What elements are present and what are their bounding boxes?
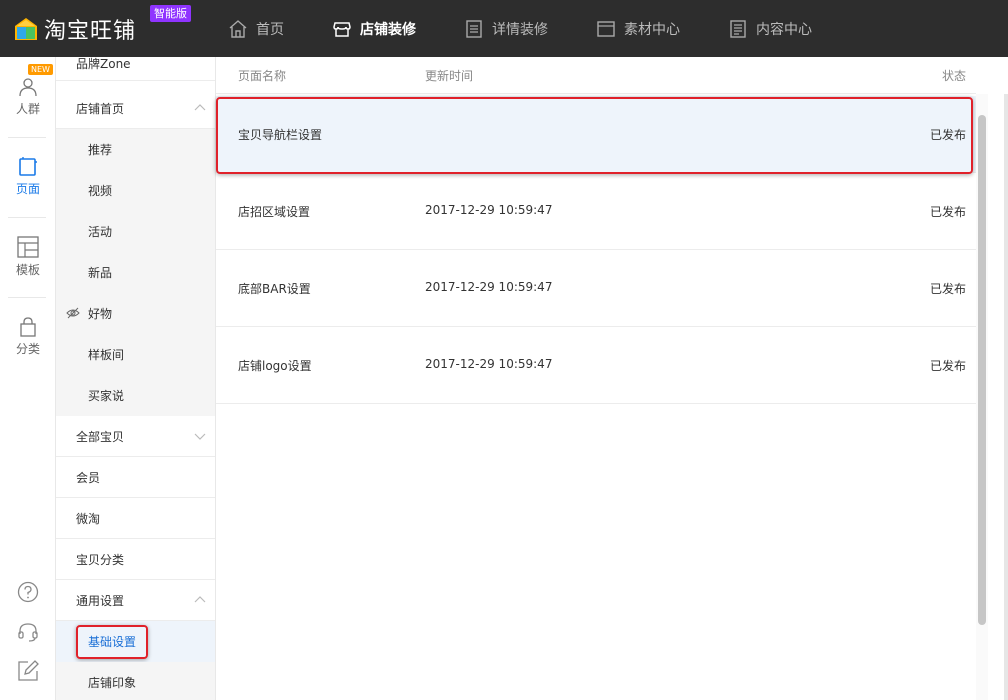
brand-logo[interactable]: 淘宝旺铺 智能版 <box>14 0 214 57</box>
chevron-down-icon <box>194 433 206 440</box>
header-update-time: 更新时间 <box>425 68 474 83</box>
edition-badge: 智能版 <box>150 5 191 22</box>
menu-item-member[interactable]: 会员 <box>56 457 215 498</box>
help-button[interactable] <box>0 581 56 603</box>
highlight-box <box>76 625 148 659</box>
top-bar: 淘宝旺铺 智能版 首页 店铺装修 详情装修 素材中心 内容中心 <box>0 0 1008 57</box>
chevron-up-icon <box>194 104 206 111</box>
folder-icon <box>597 20 615 37</box>
user-icon <box>19 78 37 97</box>
menu-item-item-category[interactable]: 宝贝分类 <box>56 539 215 580</box>
brand-name: 淘宝旺铺 <box>44 18 137 44</box>
nav-home[interactable]: 首页 <box>228 0 284 57</box>
menu-group-store-home[interactable]: 店铺首页 <box>56 88 215 129</box>
store-logo-icon <box>15 17 37 40</box>
table-row[interactable]: 底部BAR设置 2017-12-29 10:59:47 已发布 <box>216 250 976 327</box>
customer-service-button[interactable] <box>0 621 56 643</box>
home-icon <box>229 19 247 38</box>
page-list: 页面名称 更新时间 状态 宝贝导航栏设置 已发布 店招区域设置 2017-12-… <box>216 57 1008 700</box>
header-status: 状态 <box>941 68 966 83</box>
side-menu: 品牌Zone 店铺首页 推荐 视频 活动 新品 好物 样板间 买家说 全部宝贝 … <box>56 57 216 700</box>
table-row[interactable]: 宝贝导航栏设置 已发布 <box>216 96 976 173</box>
panel-edge <box>1004 94 1008 700</box>
nav-material-center[interactable]: 素材中心 <box>596 0 680 57</box>
page-icon <box>19 157 37 176</box>
menu-item-basic-settings[interactable]: 基础设置 <box>56 621 215 662</box>
scrollbar-thumb[interactable] <box>978 115 986 625</box>
menu-item-buyer-says[interactable]: 买家说 <box>56 375 215 416</box>
menu-item-store-impression[interactable]: 店铺印象 <box>56 662 215 700</box>
menu-item-weitao[interactable]: 微淘 <box>56 498 215 539</box>
list-icon <box>730 19 746 38</box>
bag-icon <box>20 317 36 337</box>
menu-item-video[interactable]: 视频 <box>56 170 215 211</box>
menu-item-good-things[interactable]: 好物 <box>56 293 215 334</box>
icon-rail: NEW 人群 页面 模板 分类 <box>0 57 56 700</box>
nav-detail-decoration[interactable]: 详情装修 <box>464 0 548 57</box>
menu-group-general-settings[interactable]: 通用设置 <box>56 580 215 621</box>
new-badge: NEW <box>28 64 53 75</box>
main-nav: 首页 店铺装修 详情装修 素材中心 内容中心 <box>228 0 860 57</box>
header-page-name: 页面名称 <box>238 68 287 83</box>
nav-content-center[interactable]: 内容中心 <box>728 0 812 57</box>
rail-item-category[interactable]: 分类 <box>0 297 56 377</box>
headset-icon <box>18 623 38 642</box>
menu-group-all-items[interactable]: 全部宝贝 <box>56 416 215 457</box>
feedback-button[interactable] <box>0 660 56 682</box>
menu-item-showroom[interactable]: 样板间 <box>56 334 215 375</box>
chevron-up-icon <box>194 596 206 603</box>
menu-item-recommend[interactable]: 推荐 <box>56 129 215 170</box>
rail-item-template[interactable]: 模板 <box>0 217 56 297</box>
edit-icon <box>18 660 39 681</box>
rail-item-audience[interactable]: NEW 人群 <box>0 57 56 137</box>
menu-item-brand-zone[interactable]: 品牌Zone <box>56 57 215 81</box>
rail-item-page[interactable]: 页面 <box>0 137 56 217</box>
menu-item-activity[interactable]: 活动 <box>56 211 215 252</box>
table-row[interactable]: 店铺logo设置 2017-12-29 10:59:47 已发布 <box>216 327 976 404</box>
store-icon <box>333 21 351 37</box>
table-header: 页面名称 更新时间 状态 <box>216 57 976 94</box>
nav-store-decoration[interactable]: 店铺装修 <box>332 0 416 57</box>
table-row[interactable]: 店招区域设置 2017-12-29 10:59:47 已发布 <box>216 173 976 250</box>
document-icon <box>466 19 482 38</box>
help-icon <box>17 581 39 603</box>
template-icon <box>17 236 39 258</box>
menu-item-new[interactable]: 新品 <box>56 252 215 293</box>
eye-off-icon <box>66 307 80 319</box>
